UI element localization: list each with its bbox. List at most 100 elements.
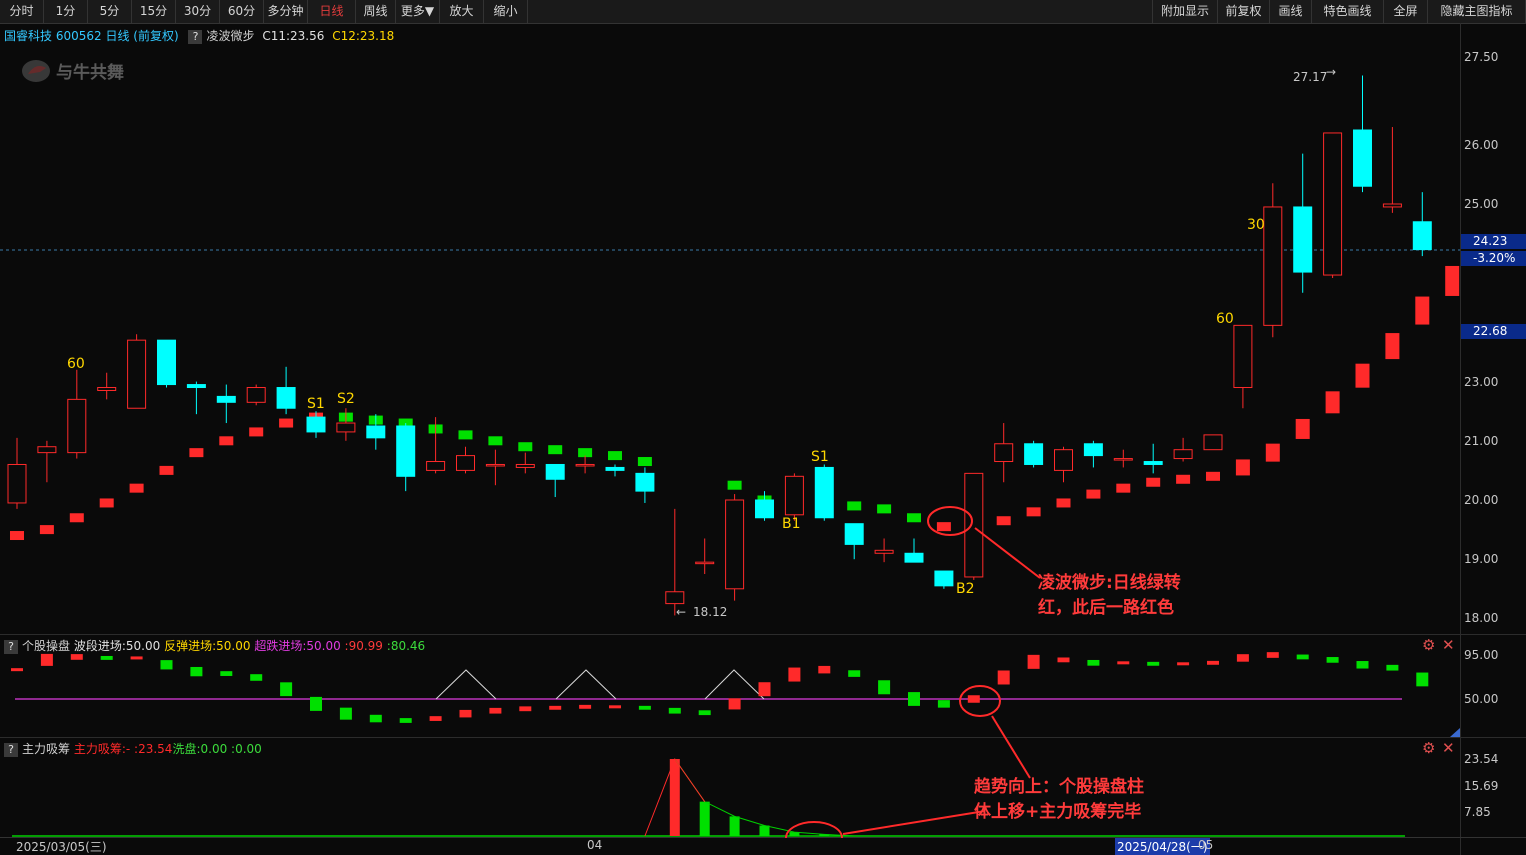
signal-60-label: 60: [67, 356, 85, 372]
peak-marker: [555, 669, 617, 700]
low-arrow-icon: ←: [676, 605, 687, 619]
operation-bar: [190, 666, 203, 677]
operation-bar: [160, 660, 173, 670]
lbwb-step-bar: [1146, 477, 1161, 487]
more-dropdown[interactable]: 更多▼: [396, 0, 440, 23]
lbwb-step-bar: [936, 522, 951, 532]
operation-bar: [788, 667, 801, 682]
operation-bar: [1326, 657, 1339, 663]
price-tick: 20.00: [1464, 493, 1499, 507]
lbwb-step-bar: [279, 418, 294, 428]
operation-indicator-chart[interactable]: [0, 635, 1460, 737]
candle-body: [1323, 132, 1343, 276]
candle-body: [216, 395, 236, 403]
candle-body: [874, 549, 894, 554]
date-label: 04: [587, 838, 603, 852]
tab-weekly[interactable]: 周线: [356, 0, 396, 23]
candle-body: [336, 422, 356, 433]
fullscreen-button[interactable]: 全屏: [1384, 0, 1428, 23]
candle-body: [485, 463, 505, 467]
hide-main-indicator-button[interactable]: 隐藏主图指标: [1428, 0, 1526, 23]
operation-bar: [579, 704, 592, 709]
zoom-in-button[interactable]: 放大: [440, 0, 484, 23]
zoom-out-button[interactable]: 缩小: [484, 0, 528, 23]
accumulation-chart[interactable]: [0, 738, 1460, 838]
lbwb-step-bar: [877, 504, 892, 514]
extra-display-button[interactable]: 附加显示: [1152, 0, 1218, 23]
annotation-text-2: 趋势向上：个股操盘柱 体上移+主力吸筹完毕: [974, 775, 1144, 825]
draw-line-button[interactable]: 画线: [1270, 0, 1312, 23]
annotation-line: 趋势向上：个股操盘柱: [974, 777, 1144, 797]
operation-bar: [519, 706, 532, 712]
annotation-line: 凌波微步:日线绿转: [1038, 573, 1181, 593]
candle-body: [67, 398, 87, 454]
operation-bar: [1207, 660, 1219, 665]
tab-multi-min[interactable]: 多分钟: [264, 0, 308, 23]
candle-body: [306, 416, 326, 433]
candle-body: [1054, 449, 1073, 471]
pane2-tick: 95.00: [1464, 648, 1499, 662]
lbwb-step-bar: [1056, 498, 1071, 508]
tab-60min[interactable]: 60分: [220, 0, 264, 23]
tab-30min[interactable]: 30分: [176, 0, 220, 23]
highlight-circle-2: [959, 685, 1001, 717]
operation-bar: [1236, 654, 1249, 662]
lbwb-step-bar: [637, 457, 652, 467]
special-draw-button[interactable]: 特色画线: [1312, 0, 1384, 23]
signal-s2-label: S2: [337, 391, 355, 407]
operation-bar: [1057, 657, 1070, 663]
operation-bar: [429, 716, 442, 721]
candle-body: [605, 466, 625, 471]
tab-1min[interactable]: 1分: [44, 0, 88, 23]
signal-b1-label: B1: [782, 516, 801, 532]
candle-body: [575, 463, 595, 467]
signal-price-tag: 22.68: [1461, 324, 1526, 339]
accumulation-bar: [699, 801, 710, 836]
price-tick: 26.00: [1464, 138, 1499, 152]
operation-bar: [1027, 654, 1040, 669]
pane3-tick: 15.69: [1464, 779, 1499, 793]
operation-bar: [1147, 661, 1160, 666]
candle-body: [1173, 449, 1193, 460]
lbwb-step-bar: [1176, 474, 1191, 484]
operation-bar: [908, 692, 920, 706]
lbwb-step-bar: [996, 516, 1011, 526]
period-toolbar: 分时 1分 5分 15分 30分 60分 多分钟 日线 周线 更多▼ 放大 缩小…: [0, 0, 1526, 24]
tab-5min[interactable]: 5分: [88, 0, 132, 23]
tab-daily[interactable]: 日线: [308, 0, 356, 23]
lbwb-step-bar: [10, 531, 24, 541]
lbwb-step-bar: [1415, 296, 1430, 325]
signal-60-label: 60: [1216, 311, 1234, 327]
operation-bar: [399, 718, 412, 723]
lbwb-step-bar: [1086, 489, 1101, 499]
lbwb-step-bar: [847, 501, 862, 511]
lbwb-step-bar: [727, 480, 742, 490]
high-price-label: 27.17: [1293, 70, 1328, 84]
candle-body: [1113, 458, 1133, 461]
candle-body: [1412, 221, 1432, 251]
candlestick-chart[interactable]: [0, 23, 1460, 634]
candle-body: [127, 339, 147, 409]
accumulation-bar: [759, 825, 770, 836]
lbwb-step-bar: [458, 430, 473, 440]
candle-body: [186, 384, 206, 389]
candle-body: [1353, 129, 1372, 187]
candle-body: [934, 570, 954, 587]
lbwb-step-bar: [1265, 443, 1280, 462]
forward-adjust-button[interactable]: 前复权: [1218, 0, 1270, 23]
peak-marker: [435, 669, 497, 700]
price-tick: 23.00: [1464, 375, 1499, 389]
date-label: 05: [1198, 838, 1214, 852]
signal-s1-label: S1: [307, 396, 325, 412]
accumulation-bar: [669, 759, 680, 836]
tab-15min[interactable]: 15分: [132, 0, 176, 23]
candle-body: [1083, 443, 1103, 457]
pane2-tick: 50.00: [1464, 692, 1499, 706]
candle-body: [1263, 206, 1283, 326]
current-change-tag: -3.20%: [1461, 251, 1526, 266]
tab-intraday[interactable]: 分时: [0, 0, 44, 23]
lbwb-step-bar: [1235, 459, 1250, 476]
candle-body: [1203, 434, 1223, 451]
operation-bar: [100, 655, 113, 660]
candle-body: [964, 472, 984, 578]
